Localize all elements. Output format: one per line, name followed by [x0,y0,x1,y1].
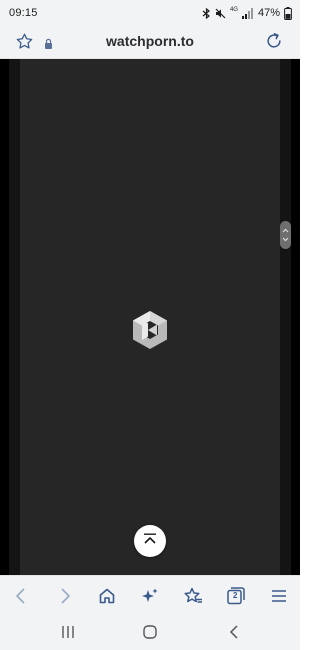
battery-percent: 47% [257,7,280,19]
web-page [0,59,300,575]
status-icons: 4G 47% [202,5,292,21]
url-text[interactable]: watchporn.to [0,33,300,49]
reload-icon[interactable] [264,31,284,56]
site-logo-icon [130,310,170,355]
bookmarks-icon[interactable] [182,585,204,607]
mute-icon [215,8,226,19]
recents-icon[interactable] [58,622,78,642]
address-bar: watchporn.to [0,26,300,59]
fast-scroll-handle[interactable] [280,221,291,249]
back-chevron-icon[interactable] [224,622,244,642]
status-bar: 09:15 4G 47% [0,0,300,26]
right-margin [280,59,291,575]
signal-icon [241,7,254,19]
tabs-icon[interactable]: 2 [225,585,247,607]
home-circle-icon[interactable] [140,622,160,642]
menu-icon[interactable] [268,585,290,607]
forward-icon[interactable] [54,585,76,607]
scroll-to-top-button[interactable] [134,525,166,557]
network-type-label: 4G [229,7,238,13]
tab-count: 2 [233,591,238,600]
browser-toolbar: 2 [0,575,300,614]
back-icon[interactable] [10,585,32,607]
chevron-up-icon [143,532,157,550]
sparkle-icon[interactable] [139,585,161,607]
status-time: 09:15 [9,7,38,19]
home-icon[interactable] [96,585,118,607]
bluetooth-icon [202,7,211,19]
battery-icon [284,6,292,20]
system-navigation-bar [0,613,300,650]
left-margin [9,59,20,575]
